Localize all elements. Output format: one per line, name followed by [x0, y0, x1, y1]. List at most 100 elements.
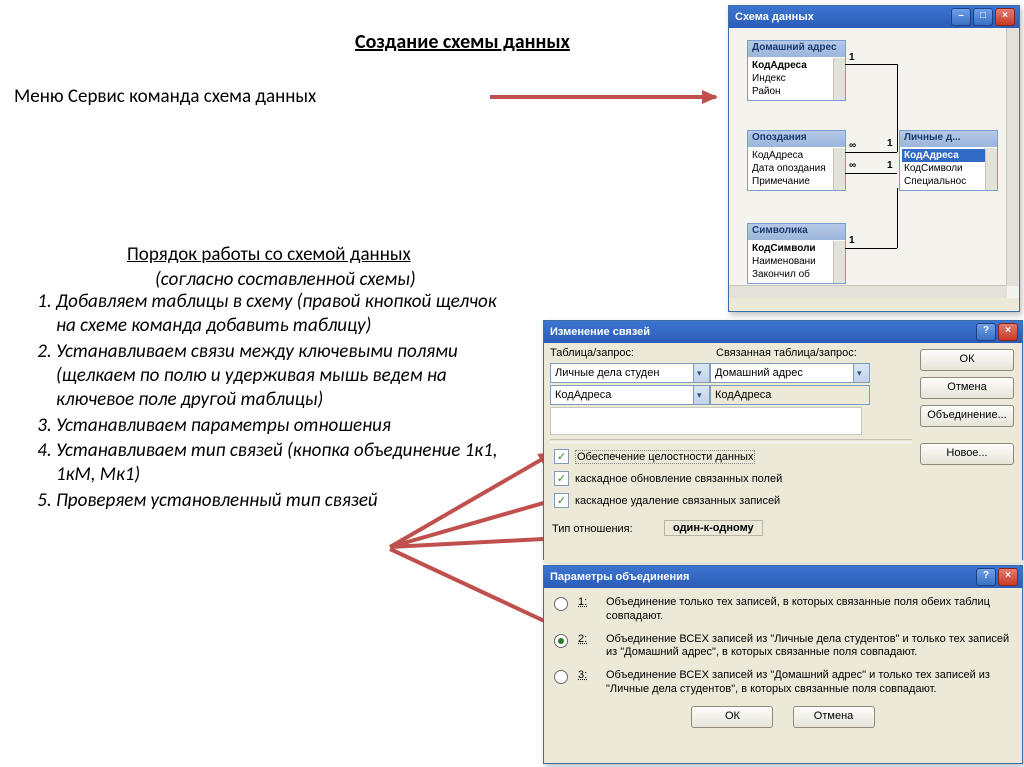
maximize-button[interactable]: □: [973, 8, 993, 26]
schema-canvas[interactable]: Домашний адрес КодАдреса Индекс Район Оп…: [729, 28, 1019, 298]
table-field[interactable]: КодСимволи: [902, 162, 995, 175]
label-relation-type: Тип отношения:: [552, 523, 633, 535]
scrollbar[interactable]: [833, 148, 845, 190]
checkbox-cascade-delete[interactable]: ✓ каскадное удаление связанных записей: [554, 493, 780, 508]
procedure-steps: Добавляем таблицы в схему (правой кнопко…: [28, 290, 498, 514]
label-related-table: Связанная таблица/запрос:: [716, 347, 857, 359]
fields-grid[interactable]: [550, 407, 862, 435]
table-field[interactable]: Индекс: [750, 72, 843, 85]
radio-option-3[interactable]: 3: Объединение ВСЕХ записей из "Домашний…: [554, 669, 1012, 697]
checkbox-box: ✓: [554, 471, 569, 486]
checkbox-box: ✓: [554, 449, 569, 464]
table-field[interactable]: Район: [750, 85, 843, 98]
table-field[interactable]: Закончил об: [750, 268, 843, 281]
opt-text: Объединение только тех записей, в которы…: [606, 596, 1012, 624]
step-item: Добавляем таблицы в схему (правой кнопко…: [56, 290, 498, 339]
checkbox-box: ✓: [554, 493, 569, 508]
checkbox-label: каскадное удаление связанных записей: [575, 495, 780, 507]
relation-type-value: один-к-одному: [664, 520, 763, 536]
combo-related-table[interactable]: Домашний адрес: [710, 363, 870, 383]
checkbox-cascade-update[interactable]: ✓ каскадное обновление связанных полей: [554, 471, 782, 486]
join-button[interactable]: Объединение...: [920, 405, 1014, 427]
window-title: Схема данных: [735, 11, 814, 23]
table-field[interactable]: КодАдреса: [750, 59, 843, 72]
help-button[interactable]: ?: [976, 323, 996, 341]
table-field[interactable]: Примечание: [750, 175, 843, 188]
radio-icon: [554, 597, 568, 611]
rel-mark-one: 1: [887, 138, 893, 149]
rel-mark-one: 1: [849, 52, 855, 63]
field-right[interactable]: КодАдреса: [710, 385, 870, 405]
schema-table-lateness[interactable]: Опоздания КодАдреса Дата опоздания Приме…: [747, 130, 846, 191]
scrollbar[interactable]: [833, 58, 845, 100]
close-button[interactable]: ×: [995, 8, 1015, 26]
chevron-down-icon: [853, 364, 869, 382]
cancel-button[interactable]: Отмена: [793, 706, 875, 728]
opt-number: 2:: [578, 633, 596, 661]
procedure-note: (согласно составленной схемы): [155, 268, 416, 291]
combo-value: Личные дела студен: [555, 365, 659, 381]
ok-button[interactable]: ОК: [691, 706, 773, 728]
radio-option-1[interactable]: 1: Объединение только тех записей, в кот…: [554, 596, 1012, 624]
table-header: Опоздания: [748, 131, 845, 147]
schema-table-personal[interactable]: Личные д... КодАдреса КодСимволи Специал…: [899, 130, 998, 191]
cancel-button[interactable]: Отмена: [920, 377, 1014, 399]
opt-number: 3:: [578, 669, 596, 697]
chevron-down-icon: [693, 364, 709, 382]
window-schema: Схема данных – □ × Домашний адрес КодАдр…: [728, 5, 1020, 312]
table-field[interactable]: Специальнос: [902, 175, 995, 188]
table-field[interactable]: КодАдреса: [750, 149, 843, 162]
opt-text: Объединение ВСЕХ записей из "Личные дела…: [606, 633, 1012, 661]
arrow-to-schema: [490, 95, 716, 99]
titlebar-edit-rel[interactable]: Изменение связей ? ×: [544, 321, 1022, 343]
schema-table-symbols[interactable]: Символика КодСимволи Наименовани Закончи…: [747, 223, 846, 284]
label-table: Таблица/запрос:: [550, 347, 634, 359]
scrollbar[interactable]: [833, 241, 845, 283]
radio-icon: [554, 634, 568, 648]
checkbox-integrity[interactable]: ✓ Обеспечение целостности данных: [554, 449, 755, 464]
table-field[interactable]: КодАдреса: [902, 149, 995, 162]
window-edit-relationships: Изменение связей ? × Таблица/запрос: Свя…: [543, 320, 1023, 560]
radio-option-2[interactable]: 2: Объединение ВСЕХ записей из "Личные д…: [554, 633, 1012, 661]
combo-value: КодАдреса: [555, 387, 611, 403]
ok-button[interactable]: ОК: [920, 349, 1014, 371]
table-header: Символика: [748, 224, 845, 240]
table-header: Домашний адрес: [748, 41, 845, 57]
new-button[interactable]: Новое...: [920, 443, 1014, 465]
combo-field-left[interactable]: КодАдреса: [550, 385, 710, 405]
table-field[interactable]: Наименовани: [750, 255, 843, 268]
scrollbar[interactable]: [985, 148, 997, 190]
menu-path-text: Меню Сервис команда схема данных: [14, 85, 316, 108]
checkbox-label: Обеспечение целостности данных: [575, 450, 755, 464]
procedure-heading: Порядок работы со схемой данных: [127, 243, 411, 266]
titlebar-schema[interactable]: Схема данных – □ ×: [729, 6, 1019, 28]
step-item: Устанавливаем тип связей (кнопка объедин…: [56, 439, 498, 488]
combo-value: Домашний адрес: [715, 365, 803, 381]
help-button[interactable]: ?: [976, 568, 996, 586]
page-title: Создание схемы данных: [355, 30, 570, 54]
radio-icon: [554, 670, 568, 684]
vertical-scrollbar[interactable]: [1006, 28, 1019, 286]
combo-table[interactable]: Личные дела студен: [550, 363, 710, 383]
titlebar-join[interactable]: Параметры объединения ? ×: [544, 566, 1022, 588]
opt-number: 1:: [578, 596, 596, 624]
window-title: Изменение связей: [550, 326, 650, 338]
rel-mark-one: 1: [849, 235, 855, 246]
opt-text: Объединение ВСЕХ записей из "Домашний ад…: [606, 669, 1012, 697]
minimize-button[interactable]: –: [951, 8, 971, 26]
table-field[interactable]: КодСимволи: [750, 242, 843, 255]
horizontal-scrollbar[interactable]: [729, 285, 1007, 298]
close-button[interactable]: ×: [998, 568, 1018, 586]
schema-table-home-address[interactable]: Домашний адрес КодАдреса Индекс Район: [747, 40, 846, 101]
table-field[interactable]: Дата опоздания: [750, 162, 843, 175]
step-item: Устанавливаем параметры отношения: [56, 414, 498, 438]
step-item: Устанавливаем связи между ключевыми поля…: [56, 340, 498, 413]
rel-mark-inf: ∞: [849, 140, 856, 151]
window-join-options: Параметры объединения ? × 1: Объединение…: [543, 565, 1023, 764]
step-item: Проверяем установленный тип связей: [56, 489, 498, 513]
close-button[interactable]: ×: [998, 323, 1018, 341]
rel-mark-inf: ∞: [849, 160, 856, 171]
checkbox-label: каскадное обновление связанных полей: [575, 473, 782, 485]
window-title: Параметры объединения: [550, 571, 689, 583]
separator: [550, 439, 912, 443]
